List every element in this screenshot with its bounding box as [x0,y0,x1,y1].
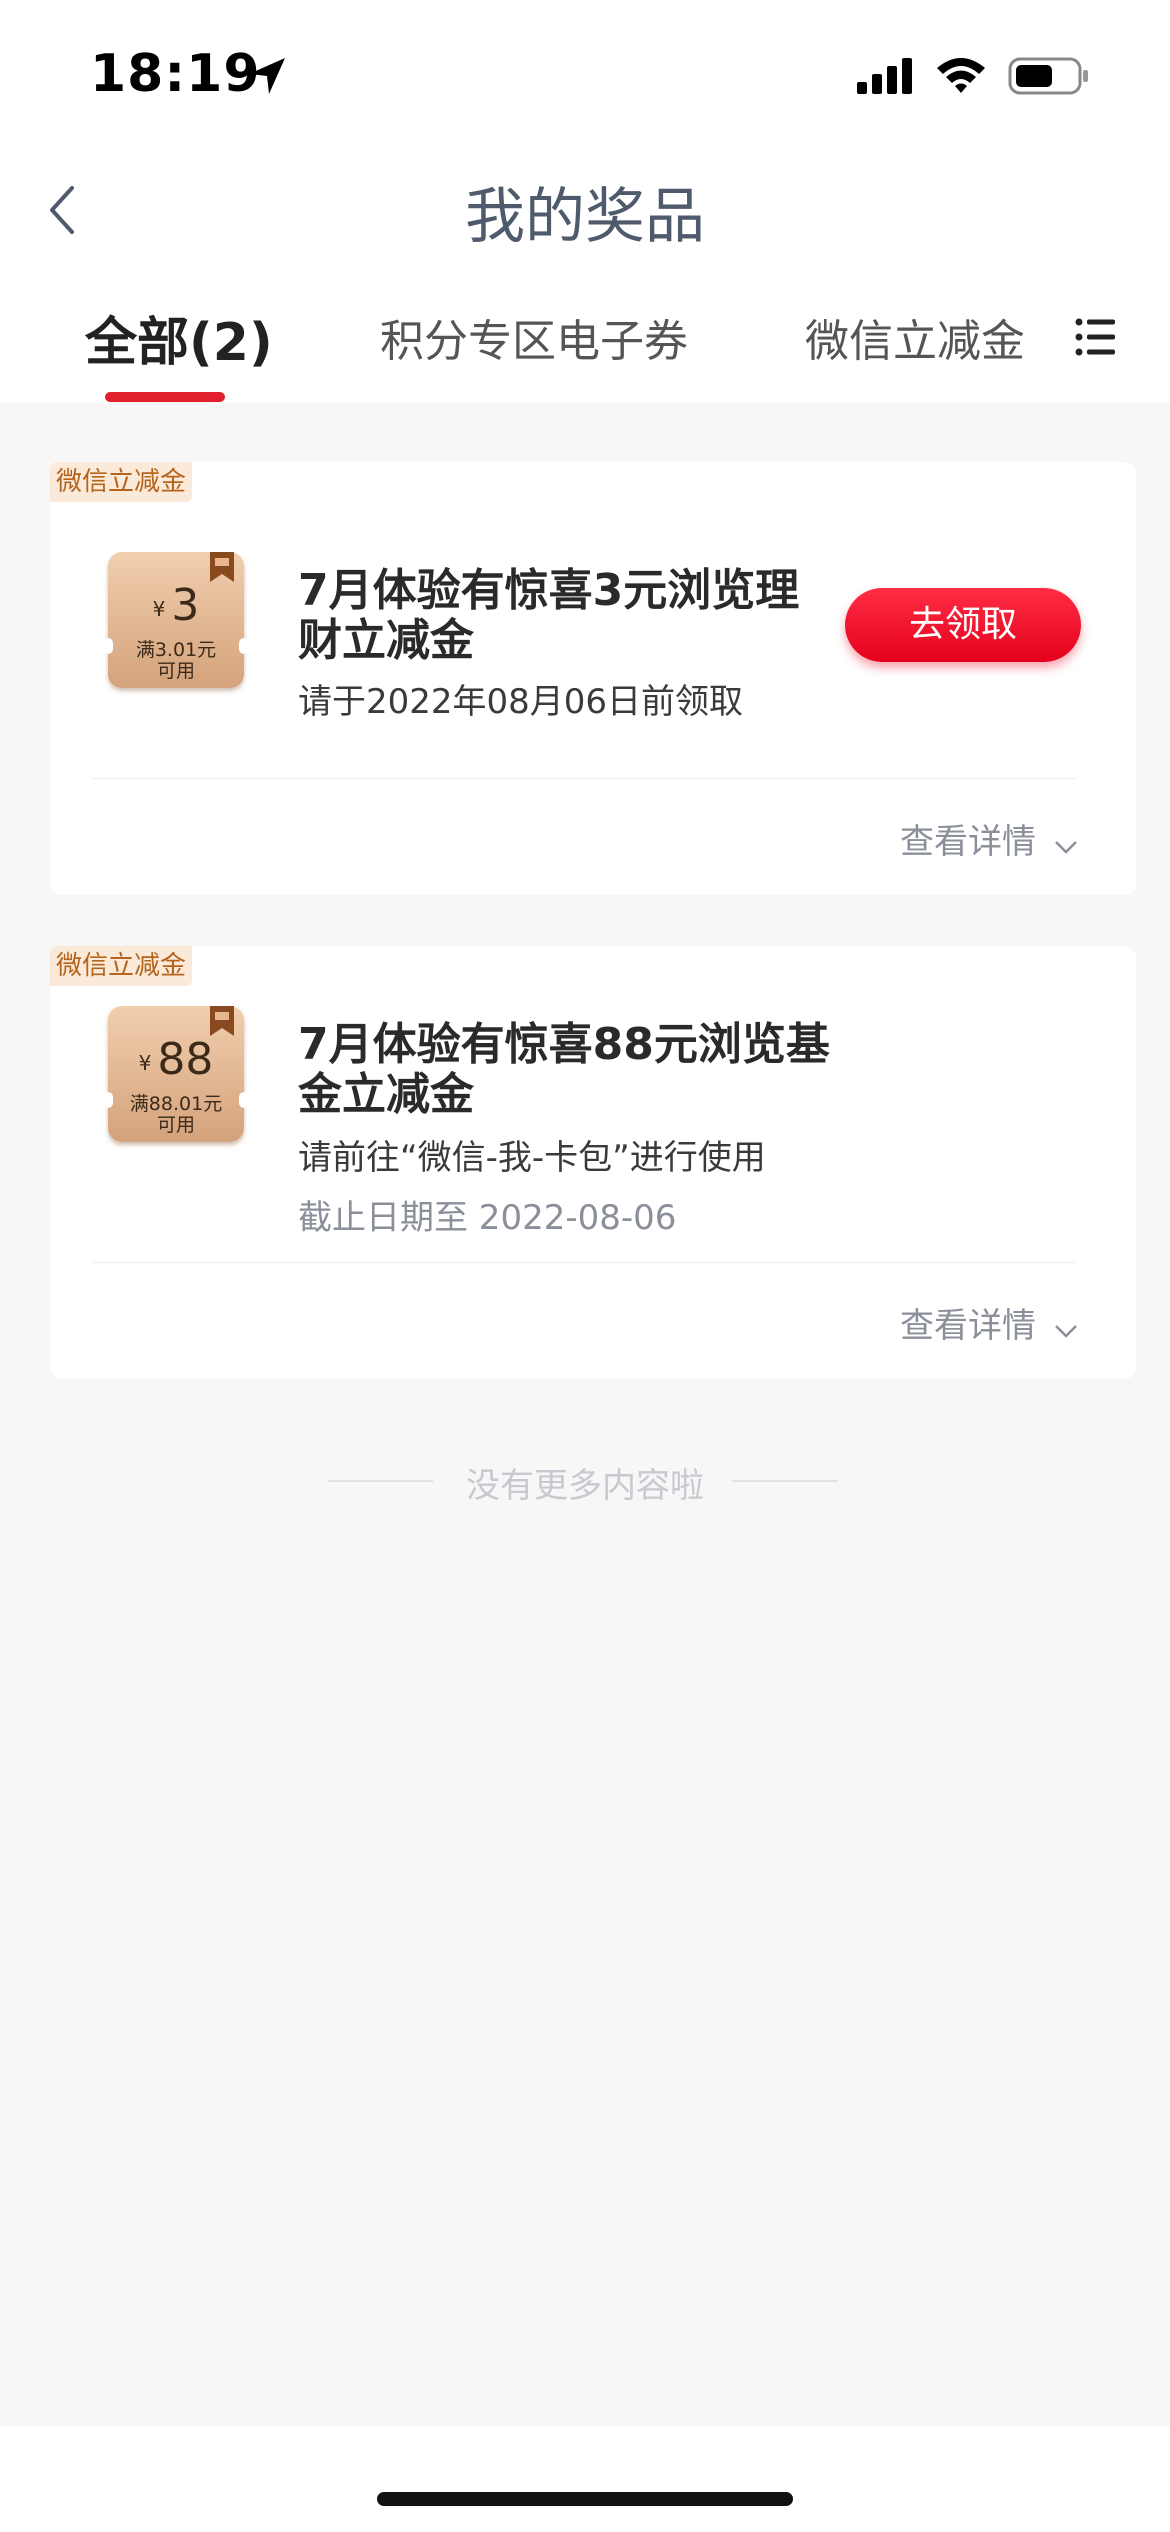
wifi-icon [937,58,985,93]
prize-card: 微信立减金 ¥3 满3.01元 可用 7月体验有惊喜3元浏览理财立减金 请于20… [50,462,1136,895]
prize-deadline: 请于2022年08月06日前领取 [298,682,744,722]
divider-line-right [732,1480,837,1482]
bottom-safe-area [0,2426,1170,2532]
prize-card: 微信立减金 ¥88 满88.01元 可用 7月体验有惊喜88元浏览基金立减金 请… [50,946,1136,1379]
prize-usage-hint: 请前往“微信-我-卡包”进行使用 [298,1138,766,1178]
prize-title: 7月体验有惊喜3元浏览理财立减金 [298,565,800,666]
coupon-condition-usable: 可用 [156,660,195,682]
view-details-link[interactable]: 查看详情 [900,1298,1078,1347]
view-details-link[interactable]: 查看详情 [900,814,1078,863]
coupon-amount: 3 [171,580,200,631]
location-arrow-icon [249,58,285,94]
claim-button[interactable]: 去领取 [845,588,1081,662]
coupon-amount: 88 [157,1034,214,1085]
coupon-currency: ¥ [138,1051,152,1075]
prize-title: 7月体验有惊喜88元浏览基金立减金 [298,1019,830,1120]
chevron-down-icon [1055,841,1077,854]
card-category-tag: 微信立减金 [50,462,193,502]
ribbon-icon [210,1006,234,1036]
coupon-condition: 满3.01元 [135,639,217,661]
tab-points-ecoupon[interactable]: 积分专区电子券 [380,305,688,369]
battery-icon [1008,57,1088,95]
prize-expiry-date: 截止日期至 2022-08-06 [298,1198,677,1238]
chevron-down-icon [1055,1325,1077,1338]
ribbon-icon [210,552,234,582]
view-details-label: 查看详情 [900,1306,1036,1346]
list-menu-icon[interactable] [1075,316,1117,358]
active-tab-indicator [105,392,225,402]
signal-icon [857,58,912,94]
tab-all[interactable]: 全部(2) [85,300,273,375]
home-indicator[interactable] [377,2492,793,2506]
coupon-currency: ¥ [152,597,166,621]
coupon-badge: ¥3 满3.01元 可用 [103,552,249,688]
view-details-label: 查看详情 [900,822,1036,862]
coupon-condition: 满88.01元 [129,1093,223,1115]
page-title: 我的奖品 [465,182,705,252]
card-divider [92,1262,1076,1263]
coupon-condition-usable: 可用 [156,1114,195,1136]
coupon-badge: ¥88 满88.01元 可用 [103,1006,249,1142]
status-time: 18:19 [90,44,261,104]
tab-wechat-discount[interactable]: 微信立减金(2) [805,305,1023,369]
card-category-tag: 微信立减金 [50,946,193,986]
no-more-content: 没有更多内容啦 [466,1466,704,1506]
card-divider [92,778,1076,779]
